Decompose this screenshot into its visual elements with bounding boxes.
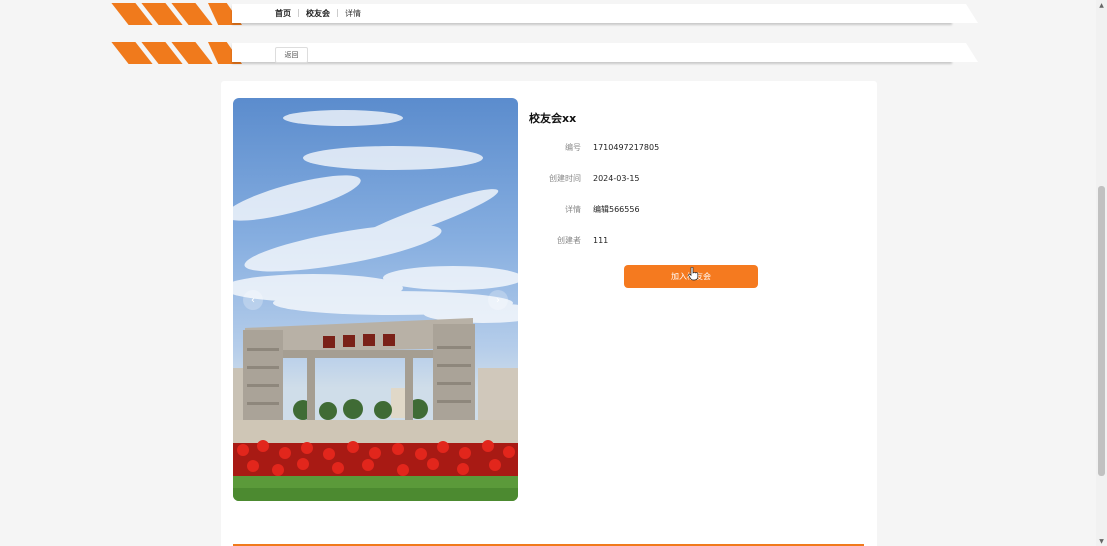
field-label: 编号 — [565, 142, 581, 152]
back-button[interactable]: 返回 — [275, 47, 308, 63]
breadcrumb-section[interactable]: 校友会 — [306, 8, 330, 19]
hand-pointer-icon — [688, 267, 699, 281]
action-ribbon — [111, 42, 978, 64]
chevron-left-icon: ‹ — [251, 294, 255, 306]
scroll-down-icon[interactable]: ▼ — [1096, 536, 1107, 546]
ribbon-stripes — [111, 3, 242, 25]
detail-card: ‹ › 校友会xx 编号 1710497217805 创建时间 2024-03-… — [221, 81, 877, 546]
scroll-up-icon[interactable]: ▲ — [1096, 0, 1107, 10]
detail-title: 校友会xx — [529, 112, 577, 125]
field-row-details: 详情 编辑566556 — [529, 202, 829, 216]
ribbon-stripes — [111, 42, 242, 64]
breadcrumb-current: 详情 — [345, 8, 361, 18]
field-label: 详情 — [565, 204, 581, 214]
scroll-thumb[interactable] — [1098, 186, 1105, 476]
field-label: 创建时间 — [549, 173, 581, 183]
field-value: 2024-03-15 — [593, 173, 640, 183]
field-value: 111 — [593, 235, 609, 245]
field-value: 编辑566556 — [593, 204, 640, 214]
carousel-next-button[interactable]: › — [488, 290, 508, 310]
breadcrumb: 首页 校友会 详情 — [275, 6, 361, 20]
field-label: 创建者 — [557, 235, 581, 245]
carousel-prev-button[interactable]: ‹ — [243, 290, 263, 310]
breadcrumb-home[interactable]: 首页 — [275, 8, 291, 19]
field-row-id: 编号 1710497217805 — [529, 140, 829, 154]
breadcrumb-ribbon — [111, 3, 978, 25]
field-row-creator: 创建者 111 — [529, 233, 829, 247]
page-scrollbar[interactable]: ▲ ▼ — [1096, 0, 1107, 546]
image-carousel[interactable]: ‹ › — [233, 98, 518, 501]
field-value: 1710497217805 — [593, 142, 660, 152]
detail-info: 校友会xx 编号 1710497217805 创建时间 2024-03-15 详… — [529, 81, 869, 381]
campus-gate-image — [233, 110, 518, 501]
field-row-created-time: 创建时间 2024-03-15 — [529, 171, 829, 185]
chevron-right-icon: › — [496, 294, 500, 306]
